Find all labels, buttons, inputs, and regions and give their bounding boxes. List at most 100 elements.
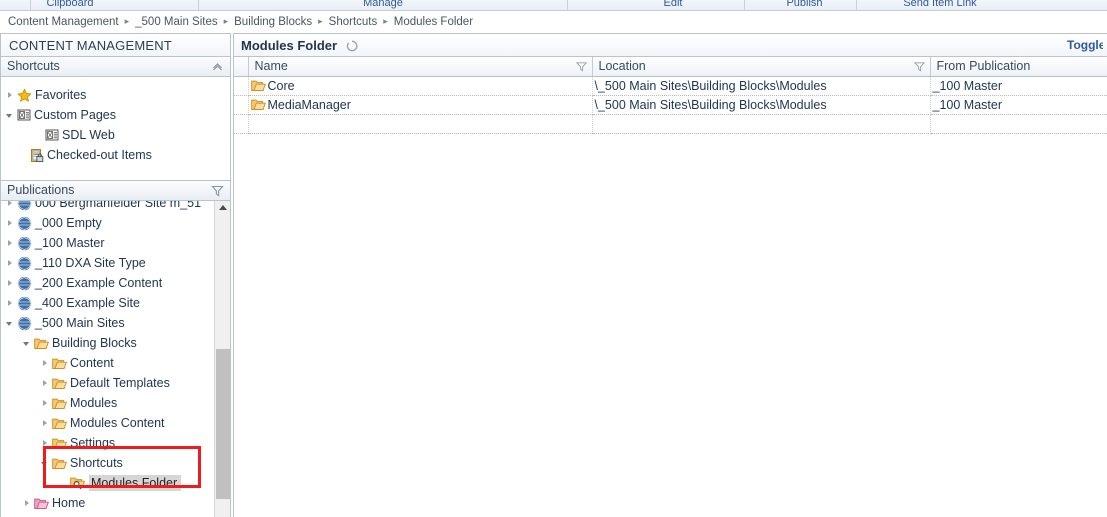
breadcrumb-separator-icon: ▸ [318,16,323,26]
publication-icon [17,276,32,291]
publication-tree-item[interactable]: Content [1,353,214,373]
toggle-link[interactable]: Toggle [1067,34,1103,57]
items-grid: Name Location From Publication Core \_500 M… [234,57,1107,134]
left-sidebar: CONTENT MANAGEMENT Shortcuts Favorites Cu… [0,33,231,517]
tree-twisty-collapsed[interactable] [4,237,17,250]
breadcrumb-item[interactable]: Shortcuts [329,16,378,28]
tree-item-label: Shortcuts [70,456,123,470]
application-window: Clipboard Manage Edit Publish Send Item Link… [0,0,1107,517]
folder-icon [250,79,266,92]
funnel-icon[interactable] [913,60,926,75]
grid-filler-cell [248,114,593,134]
row-name-label: Core [267,78,295,93]
cell-location: \_500 Main Sites\Building Blocks\Modules [592,76,931,96]
grid-body: Core \_500 Main Sites\Building Blocks\Mod… [234,76,1107,134]
publication-tree-item[interactable]: 000 Bergmanfelder Site m_51 [1,201,214,213]
ribbon-group-publish[interactable]: Publish [752,0,857,10]
tree-item-label: 000 Bergmanfelder Site m_51 [35,201,202,210]
publication-tree-item[interactable]: Modules Folder [1,473,214,493]
tree-twisty-collapsed[interactable] [4,297,17,310]
shortcut-tree-item[interactable]: Custom Pages [1,105,230,125]
tree-twisty-expanded[interactable] [4,109,17,122]
ribbon-group-send-item-link[interactable]: Send Item Link [860,0,1020,10]
publication-tree-item[interactable]: Building Blocks [1,333,214,353]
scroll-up-arrow-icon[interactable] [219,205,227,210]
shortcut-tree-item[interactable]: Checked-out Items [1,145,230,165]
tree-item-label: _400 Example Site [35,296,140,310]
folder-icon [52,437,67,450]
tree-twisty-expanded[interactable] [21,337,34,350]
tree-twisty-collapsed[interactable] [39,417,52,430]
shortcuts-tree: Favorites Custom Pages SDL Web Checked-out … [0,77,231,181]
breadcrumb-item[interactable]: Building Blocks [234,16,312,28]
tree-twisty-collapsed[interactable] [4,217,17,230]
home-folder-icon [34,497,49,510]
publications-scrollbar[interactable] [214,201,230,517]
chevron-up-icon[interactable] [210,59,225,74]
tree-item-label: Default Templates [70,376,170,390]
tree-twisty-expanded[interactable] [39,457,52,470]
publication-tree-item[interactable]: Settings [1,433,214,453]
tree-twisty-collapsed[interactable] [4,89,17,102]
publication-tree-item[interactable]: _000 Empty [1,213,214,233]
tree-twisty-collapsed[interactable] [4,201,17,210]
publication-tree-item[interactable]: _500 Main Sites [1,313,214,333]
ribbon-group-clipboard[interactable]: Clipboard [30,0,110,10]
folder-icon [52,357,67,370]
tree-twisty-collapsed[interactable] [39,357,52,370]
ribbon-group-manage[interactable]: Manage [198,0,568,10]
row-select-cell[interactable] [234,76,249,96]
publication-tree-item[interactable]: _100 Master [1,233,214,253]
tree-twisty-collapsed[interactable] [39,437,52,450]
publication-tree-item[interactable]: _200 Example Content [1,273,214,293]
publication-icon [17,316,32,331]
publication-tree-item[interactable]: Shortcuts [1,453,214,473]
publications-panel-header[interactable]: Publications [0,181,231,201]
tree-item-label: _500 Main Sites [35,316,125,330]
tree-item-label: _110 DXA Site Type [35,256,146,270]
shortcuts-panel-header[interactable]: Shortcuts [0,57,231,77]
grid-column-header-location[interactable]: Location [592,57,931,77]
grid-select-all-column[interactable] [234,57,249,77]
grid-column-header-name[interactable]: Name [248,57,593,77]
grid-filler-row [234,114,1107,134]
publication-tree-item[interactable]: Home [1,493,214,513]
tree-twisty-collapsed[interactable] [39,377,52,390]
tree-twisty-collapsed[interactable] [4,257,17,270]
grid-column-header-from_publication[interactable]: From Publication [930,57,1107,77]
funnel-icon[interactable] [210,183,225,198]
publication-tree-item[interactable]: Default Templates [1,373,214,393]
breadcrumb-item[interactable]: Content Management [8,16,119,28]
table-row[interactable]: Core \_500 Main Sites\Building Blocks\Mod… [234,76,1107,96]
grid-filler-cell [930,114,1107,134]
tree-item-label: Custom Pages [34,108,116,122]
breadcrumb-item[interactable]: _500 Main Sites [135,16,217,28]
cell-from-publication: _100 Master [930,95,1107,115]
grid-filler-cell [234,114,249,134]
folder-icon [52,397,67,410]
breadcrumb-item[interactable]: Modules Folder [394,16,473,28]
tree-item-label: _200 Example Content [35,276,163,290]
table-row[interactable]: MediaManager \_500 Main Sites\Building Bl… [234,95,1107,115]
publication-icon [17,296,32,311]
grid-column-label: Name [254,59,288,74]
publication-tree-item[interactable]: _400 Example Site [1,293,214,313]
folder-icon [250,98,266,111]
publication-tree-item[interactable]: _110 DXA Site Type [1,253,214,273]
tree-twisty-collapsed[interactable] [21,497,34,510]
tree-twisty-collapsed[interactable] [4,277,17,290]
shortcut-tree-item[interactable]: Favorites [1,85,230,105]
row-select-cell[interactable] [234,95,249,115]
publication-tree-item[interactable]: Modules Content [1,413,214,433]
publication-tree-item[interactable]: Categories and Keywords [1,513,214,517]
folder-icon [34,337,49,350]
tree-twisty-collapsed[interactable] [39,397,52,410]
publication-tree-item[interactable]: Modules [1,393,214,413]
row-name-label: MediaManager [267,97,351,112]
ribbon-group-edit[interactable]: Edit [568,0,778,10]
grid-column-label: Location [598,59,646,74]
tree-twisty-expanded[interactable] [4,317,17,330]
scrollbar-thumb[interactable] [216,349,230,499]
shortcut-tree-item[interactable]: SDL Web [1,125,230,145]
funnel-icon[interactable] [575,60,588,75]
